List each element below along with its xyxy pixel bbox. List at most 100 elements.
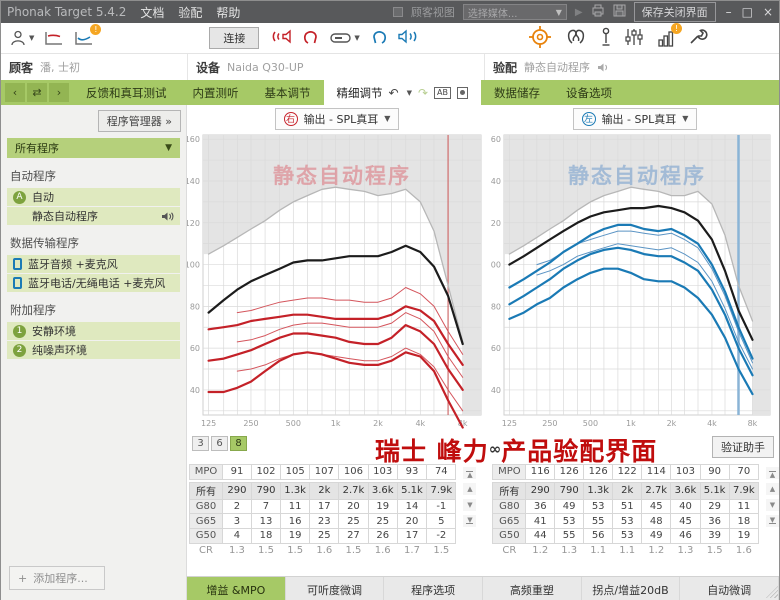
menu-document[interactable]: 文档	[140, 4, 164, 21]
print-icon[interactable]	[591, 4, 605, 20]
table-cell[interactable]: 14	[397, 499, 426, 514]
left-curve-type-dropdown[interactable]: 左 输出 - SPL真耳 ▼	[573, 108, 698, 130]
table-cell[interactable]: 19	[281, 529, 310, 544]
curve-count-button-3[interactable]: 3	[192, 436, 209, 451]
close-button[interactable]: ×	[763, 5, 773, 19]
program-item[interactable]: 蓝牙音频 +麦克风	[7, 255, 180, 273]
table-cell[interactable]: 53	[584, 499, 613, 514]
table-cell[interactable]: 11	[729, 499, 758, 514]
add-program-button[interactable]: + 添加程序...	[9, 566, 105, 590]
table-cell[interactable]: 40	[671, 499, 700, 514]
table-cell[interactable]: 23	[310, 514, 339, 529]
table-cell[interactable]: 19	[368, 499, 397, 514]
table-cell[interactable]: 46	[671, 529, 700, 544]
gain-max-down-button[interactable]: ▼	[766, 515, 779, 527]
gain-up-button[interactable]: ▲	[766, 483, 779, 495]
datalogging-chart-icon[interactable]: !	[657, 29, 675, 48]
program-item[interactable]: 1安静环境	[7, 322, 180, 340]
ears-icon[interactable]	[564, 27, 588, 49]
table-cell[interactable]: 3	[222, 514, 251, 529]
microphone-icon[interactable]	[601, 27, 611, 50]
tool-tab-自动微调[interactable]: 自动微调	[680, 577, 779, 600]
right-hearing-aid-icon[interactable]	[302, 28, 321, 49]
minimize-button[interactable]: –	[726, 5, 732, 19]
gain-max-down-button[interactable]: ▼	[463, 515, 476, 527]
table-cell[interactable]: 45	[642, 499, 671, 514]
tab-内置测听[interactable]: 内置测听	[180, 80, 252, 105]
table-cell[interactable]: 53	[613, 529, 642, 544]
table-cell[interactable]: 20	[339, 499, 368, 514]
table-cell[interactable]: -2	[427, 529, 456, 544]
undo-icon[interactable]: ↶	[389, 86, 399, 100]
media-select[interactable]: 选择媒体... ▼	[463, 4, 567, 20]
client-view-checkbox[interactable]	[393, 7, 403, 17]
table-cell[interactable]: 29	[700, 499, 729, 514]
table-cell[interactable]: 36	[526, 499, 555, 514]
nav-forward-button[interactable]: ›	[49, 83, 69, 102]
tool-tab-拐点/增益20dB[interactable]: 拐点/增益20dB	[582, 577, 681, 600]
left-ear-sound-icon[interactable]	[397, 28, 421, 48]
menu-help[interactable]: 帮助	[216, 4, 240, 21]
program-item[interactable]: 2纯噪声环境	[7, 341, 180, 359]
table-cell[interactable]: 17	[397, 529, 426, 544]
table-cell[interactable]: 55	[555, 529, 584, 544]
table-cell[interactable]: 25	[310, 529, 339, 544]
table-cell[interactable]: 26	[368, 529, 397, 544]
tuning-sliders-icon[interactable]	[624, 27, 644, 50]
tool-tab-程序选项[interactable]: 程序选项	[384, 577, 483, 600]
table-cell[interactable]: 44	[526, 529, 555, 544]
table-cell[interactable]: 90	[700, 465, 729, 480]
curve-count-button-8[interactable]: 8	[230, 436, 247, 451]
table-cell[interactable]: 2	[222, 499, 251, 514]
table-cell[interactable]: -1	[427, 499, 456, 514]
audiogram-right-icon[interactable]	[43, 30, 64, 47]
table-cell[interactable]: 18	[729, 514, 758, 529]
left-ear-output-chart[interactable]: 4060801001201401601252505001k2k4k8k静态自动程…	[491, 132, 779, 432]
table-cell[interactable]: 25	[368, 514, 397, 529]
table-cell[interactable]: 102	[251, 465, 280, 480]
table-cell[interactable]: 25	[339, 514, 368, 529]
tool-tab-增益 &MPO[interactable]: 增益 &MPO	[187, 577, 286, 600]
table-cell[interactable]: 105	[281, 465, 310, 480]
table-cell[interactable]: 27	[339, 529, 368, 544]
table-cell[interactable]: 39	[700, 529, 729, 544]
table-cell[interactable]: 53	[613, 514, 642, 529]
table-cell[interactable]: 49	[642, 529, 671, 544]
verification-assistant-button[interactable]: 验证助手	[712, 436, 774, 458]
table-cell[interactable]: 55	[584, 514, 613, 529]
table-cell[interactable]: 41	[526, 514, 555, 529]
audiogram-left-icon[interactable]: !	[73, 30, 94, 47]
tab-设备选项[interactable]: 设备选项	[553, 80, 625, 105]
table-cell[interactable]: 48	[642, 514, 671, 529]
table-cell[interactable]: 103	[671, 465, 700, 480]
nav-swap-button[interactable]: ⇄	[27, 83, 47, 102]
play-icon[interactable]: ▶	[575, 7, 583, 18]
tools-wrench-icon[interactable]	[688, 27, 709, 50]
program-manager-button[interactable]: 程序管理器 »	[98, 110, 181, 132]
chevron-down-icon[interactable]: ▼	[407, 89, 412, 97]
table-cell[interactable]: 36	[700, 514, 729, 529]
program-item[interactable]: 静态自动程序	[7, 207, 180, 225]
gain-down-button[interactable]: ▼	[766, 499, 779, 511]
table-cell[interactable]: 107	[310, 465, 339, 480]
right-ear-output-chart[interactable]: 4060801001201401601252505001k2k4k8k静态自动程…	[187, 132, 487, 432]
save-close-button[interactable]: 保存关闭界面	[634, 2, 716, 22]
menu-fitting[interactable]: 验配	[178, 4, 202, 21]
ab-compare-icon[interactable]: AB	[434, 87, 451, 99]
gain-down-button[interactable]: ▼	[463, 499, 476, 511]
table-cell[interactable]: 70	[729, 465, 758, 480]
table-cell[interactable]: 45	[671, 514, 700, 529]
left-hearing-aid-icon[interactable]	[369, 28, 388, 49]
table-cell[interactable]: 18	[251, 529, 280, 544]
table-cell[interactable]: 91	[222, 465, 251, 480]
tool-tab-可听度微调[interactable]: 可听度微调	[286, 577, 385, 600]
table-cell[interactable]: 53	[555, 514, 584, 529]
gain-up-button[interactable]: ▲	[463, 483, 476, 495]
right-curve-type-dropdown[interactable]: 右 输出 - SPL真耳 ▼	[275, 108, 400, 130]
client-icon[interactable]: ▼	[11, 30, 34, 47]
program-item[interactable]: A自动	[7, 188, 180, 206]
program-item[interactable]: 蓝牙电话/无绳电话 +麦克风	[7, 274, 180, 292]
tool-tab-高频重塑[interactable]: 高频重塑	[483, 577, 582, 600]
nav-back-button[interactable]: ‹	[5, 83, 25, 102]
gain-max-up-button[interactable]: ▲	[463, 467, 476, 479]
